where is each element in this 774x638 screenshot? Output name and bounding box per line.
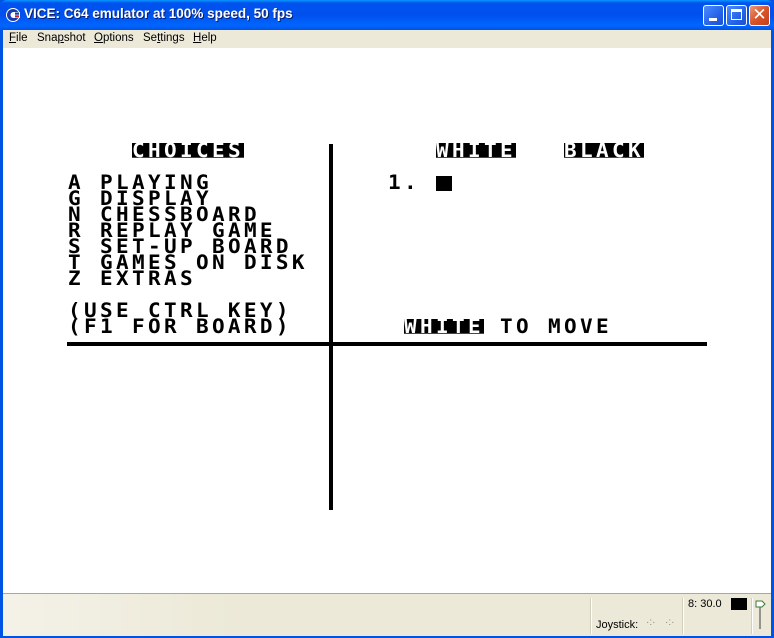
menu-option-key: Z (68, 267, 84, 290)
black-column-header: BLACK (564, 139, 644, 162)
menu-snapshot[interactable]: Snapshot (37, 32, 86, 44)
title-bar[interactable]: VICE: C64 emulator at 100% speed, 50 fps… (0, 0, 774, 30)
joystick-label: Joystick: (596, 619, 639, 631)
menu-settings-post: tings (160, 32, 185, 44)
status-divider (751, 598, 753, 634)
move-number: 1. (388, 171, 420, 194)
minimize-button[interactable] (703, 5, 724, 26)
menu-file[interactable]: File (9, 32, 28, 44)
menu-help[interactable]: Help (193, 32, 217, 44)
menu-options-mnemonic: O (94, 32, 103, 44)
close-icon: ✕ (752, 5, 767, 25)
commodore-logo-icon (6, 8, 20, 22)
menu-file-rest: ile (16, 32, 28, 44)
menu-snapshot-post: shot (63, 32, 86, 44)
drive-led (731, 598, 747, 610)
menu-option-label: EXTRAS (100, 267, 196, 290)
minimize-icon (709, 18, 717, 21)
client-area: File Snapshot Options Settings Help CHOI… (3, 30, 771, 636)
volume-slider-icon[interactable] (755, 599, 767, 629)
turn-color: WHITE (404, 315, 484, 338)
joystick-port-2-indicator: ·:· (665, 617, 675, 628)
hint-f1-board: (F1 FOR BOARD) (68, 315, 292, 338)
vertical-divider (329, 144, 333, 510)
menu-settings[interactable]: Settings (143, 32, 185, 44)
vice-window: VICE: C64 emulator at 100% speed, 50 fps… (0, 0, 774, 638)
white-column-header: WHITE (436, 139, 516, 162)
status-bar: Joystick: ·:· ·:· 8: 30.0 (3, 593, 771, 636)
window-title: VICE: C64 emulator at 100% speed, 50 fps (24, 6, 293, 21)
menu-options-rest: ptions (102, 32, 134, 44)
maximize-button[interactable] (726, 5, 747, 26)
menu-file-mnemonic: F (9, 32, 17, 44)
c64-screen[interactable]: CHOICES A PLAYING G DISPLAY N CHESSBOARD… (3, 48, 771, 594)
turn-status-text: TO MOVE (484, 315, 612, 338)
maximize-icon (731, 9, 742, 20)
menu-bar: File Snapshot Options Settings Help (3, 30, 771, 48)
menu-settings-pre: Se (143, 32, 158, 44)
status-divider (682, 598, 684, 634)
menu-snapshot-pre: Sna (37, 32, 58, 44)
drive-track-status: 8: 30.0 (688, 598, 722, 610)
text-cursor (436, 176, 452, 191)
menu-help-rest: elp (201, 32, 217, 44)
menu-options[interactable]: Options (94, 32, 134, 44)
joystick-port-1-indicator: ·:· (646, 617, 656, 628)
close-button[interactable]: ✕ (749, 5, 770, 26)
status-divider (590, 598, 592, 634)
horizontal-divider (67, 342, 707, 346)
choices-header: CHOICES (132, 139, 244, 162)
